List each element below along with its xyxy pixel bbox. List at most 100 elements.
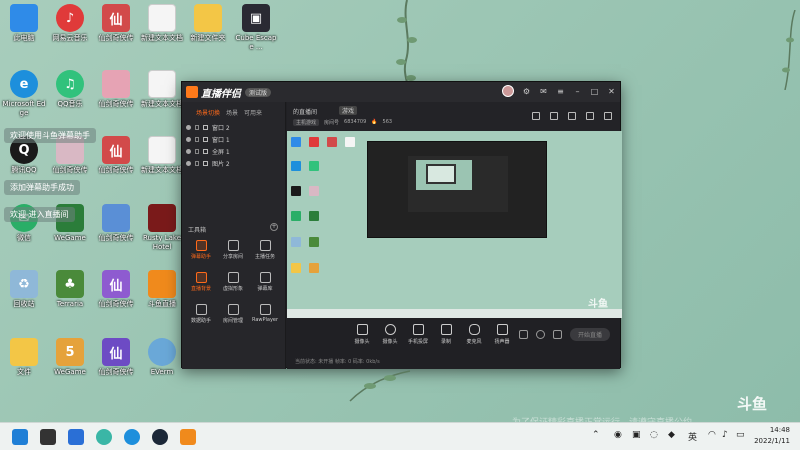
- game-icon: [102, 204, 130, 232]
- tab-scene[interactable]: 场景: [226, 108, 238, 117]
- lock-icon[interactable]: [550, 112, 558, 120]
- menu-icon[interactable]: ≡: [556, 87, 565, 96]
- lock-icon[interactable]: [195, 124, 199, 130]
- desktop-icon-rusty-lake[interactable]: Rusty Lake Hotel: [140, 204, 184, 252]
- desktop-icon-game-2[interactable]: 仙剑奇侠传: [94, 70, 138, 109]
- desktop-icon-cube-escape[interactable]: ▣ Cube Escape ...: [234, 4, 278, 52]
- desktop-icon-xianjian[interactable]: 仙 仙剑奇侠传: [94, 4, 138, 43]
- desktop-icon-terraria[interactable]: ♣ Terraria: [48, 270, 92, 309]
- tool-virtual-avatar[interactable]: 虚拟形象: [218, 272, 248, 292]
- tray-chevron-icon[interactable]: ⌃: [592, 430, 600, 440]
- desktop-icon-text-doc[interactable]: 新建文本文档: [140, 4, 184, 43]
- stream-preview[interactable]: 斗鱼: [287, 131, 622, 318]
- folder-icon: [194, 4, 222, 32]
- desktop-icon-game-4[interactable]: 仙 仙剑奇侠传: [94, 136, 138, 175]
- tool-share-room[interactable]: 分享房间: [218, 240, 248, 260]
- speaker-button[interactable]: 扬声器: [487, 324, 517, 345]
- message-icon[interactable]: ✉: [539, 87, 548, 96]
- desktop-icon-douyu[interactable]: 斗鱼直播: [140, 270, 184, 309]
- steam-icon[interactable]: [152, 429, 168, 445]
- desktop-icon-game-5[interactable]: 仙剑奇侠传: [94, 204, 138, 243]
- source-item[interactable]: 全屏 1: [182, 145, 285, 157]
- document-icon: [148, 70, 176, 98]
- share-icon[interactable]: [604, 112, 612, 120]
- settings-icon[interactable]: ⚙: [522, 87, 531, 96]
- battery-icon[interactable]: ▭: [736, 430, 745, 440]
- nk-app-icon[interactable]: [68, 429, 84, 445]
- user-avatar[interactable]: [502, 85, 514, 97]
- gift-icon[interactable]: [532, 112, 540, 120]
- desktop-icon-wegame-2[interactable]: 5 WeGame: [48, 338, 92, 377]
- screen-capture-button[interactable]: 摄像头: [347, 324, 377, 345]
- folder-icon: [10, 338, 38, 366]
- desktop-icon-text-doc-3[interactable]: 新建文本文档: [140, 136, 184, 175]
- desktop-icon-text-doc-2[interactable]: 新建文本文档: [140, 70, 184, 109]
- tool-danmu-helper[interactable]: 弹幕助手: [186, 240, 216, 260]
- volume-icon[interactable]: ♪: [722, 430, 728, 440]
- room-category[interactable]: 主机游戏: [293, 119, 320, 126]
- maximize-icon[interactable]: □: [590, 87, 599, 96]
- tool-host-task[interactable]: 主播任务: [250, 240, 280, 260]
- tab-available[interactable]: 可用来: [244, 108, 262, 117]
- desktop-icon-xianjian-3[interactable]: 仙 仙剑奇侠传: [94, 338, 138, 377]
- desktop-icon-this-pc[interactable]: 此电脑: [2, 4, 46, 43]
- tool-label: 房间管理: [222, 318, 243, 324]
- tool-label: 分享房间: [222, 254, 243, 260]
- douyu-logo: 斗鱼: [737, 395, 768, 413]
- add-tool-icon[interactable]: +: [270, 223, 278, 231]
- room-tag[interactable]: 游戏: [339, 106, 358, 115]
- source-item[interactable]: 窗口 2: [182, 121, 285, 133]
- camera-button[interactable]: 摄像头: [375, 324, 405, 345]
- preview-nested-window: [367, 141, 547, 238]
- tab-scene-switch[interactable]: 场景切换: [196, 108, 220, 117]
- tray-app-icon[interactable]: ◆: [668, 430, 675, 440]
- settings-icon[interactable]: [518, 330, 528, 339]
- tool-raw-player[interactable]: RawPlayer: [250, 304, 280, 323]
- source-item[interactable]: 图片 2: [182, 157, 285, 169]
- eye-icon[interactable]: [186, 148, 191, 154]
- tool-data-helper[interactable]: 数据助手: [186, 304, 216, 324]
- wifi-icon[interactable]: ◠: [708, 430, 716, 440]
- clock[interactable]: 14:48 2022/1/11: [754, 425, 790, 447]
- desktop-icon-netease-music[interactable]: ♪ 网易云音乐: [48, 4, 92, 43]
- tool-live-background[interactable]: 直播背景: [186, 272, 216, 292]
- record-button[interactable]: 录制: [431, 324, 461, 345]
- close-icon[interactable]: ✕: [607, 87, 616, 96]
- phone-cast-button[interactable]: 手机投屏: [403, 324, 433, 345]
- tray-app-icon[interactable]: ▣: [632, 430, 641, 440]
- gear-icon[interactable]: [552, 330, 562, 339]
- tool-room-manage[interactable]: 房间管理: [218, 304, 248, 324]
- source-item[interactable]: 窗口 1: [182, 133, 285, 145]
- tray-mic-icon[interactable]: ◌: [650, 430, 658, 440]
- eye-icon[interactable]: [186, 160, 191, 166]
- help-icon[interactable]: [535, 330, 545, 339]
- tray-steam-icon[interactable]: ◉: [614, 430, 622, 440]
- lock-icon[interactable]: [195, 148, 199, 154]
- desktop-icon-folder[interactable]: 新建文件夹: [186, 4, 230, 43]
- background-icon: [195, 272, 207, 283]
- desktop-icon-everm[interactable]: EVerm: [140, 338, 184, 377]
- toolbox-title: 工具箱: [188, 227, 207, 234]
- desktop-icon-edge[interactable]: e Microsoft Edge: [2, 70, 46, 118]
- layout-icon[interactable]: [568, 112, 576, 120]
- edge-icon[interactable]: [124, 429, 140, 445]
- minimize-icon[interactable]: –: [573, 87, 582, 96]
- eye-icon[interactable]: [186, 136, 191, 142]
- lock-icon[interactable]: [195, 160, 199, 166]
- language-indicator[interactable]: 英: [688, 430, 697, 443]
- desktop-icon-folder-2[interactable]: 文件: [2, 338, 46, 377]
- eye-icon[interactable]: [186, 124, 191, 130]
- desktop-icon-recycle-bin[interactable]: ♻ 回收站: [2, 270, 46, 309]
- douyu-taskbar-icon[interactable]: [180, 429, 196, 445]
- desktop-icon-xianjian-2[interactable]: 仙 仙剑奇侠传: [94, 270, 138, 309]
- window-icon: [203, 124, 208, 130]
- start-live-button[interactable]: 开始直播: [569, 328, 610, 341]
- desktop-icon-qq-music[interactable]: ♫ QQ音乐: [48, 70, 92, 109]
- chat-icon[interactable]: [96, 429, 112, 445]
- microphone-button[interactable]: 麦克风: [459, 324, 489, 345]
- tool-danmu-library[interactable]: 弹幕库: [250, 272, 280, 292]
- lock-icon[interactable]: [195, 136, 199, 142]
- windows-start-icon[interactable]: [12, 429, 28, 445]
- task-view-icon[interactable]: [40, 429, 56, 445]
- lock-icon[interactable]: [586, 112, 594, 120]
